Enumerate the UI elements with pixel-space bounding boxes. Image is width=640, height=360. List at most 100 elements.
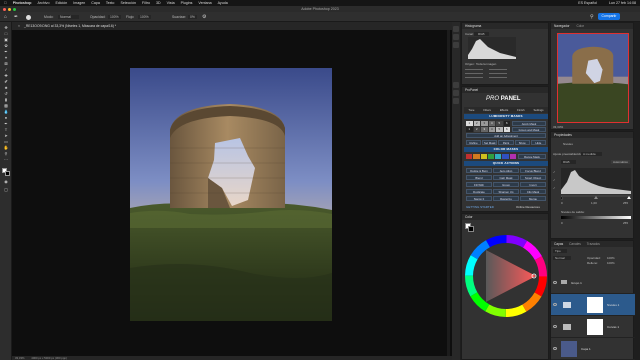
lum-6-button[interactable]: 6: [503, 121, 510, 126]
preset-select[interactable]: A medida: [581, 152, 602, 156]
move-tool-icon[interactable]: ✥: [3, 26, 9, 30]
path-selection-tool-icon[interactable]: ➤: [3, 134, 9, 138]
history-brush-tool-icon[interactable]: ↺: [3, 92, 9, 96]
layer-filter-select[interactable]: Tipo: [553, 249, 567, 253]
brushes-panel-icon[interactable]: [453, 90, 459, 96]
layer-mask-thumbnail[interactable]: [587, 297, 603, 313]
paint-button[interactable]: Paint: [498, 140, 514, 145]
layer-fill-value[interactable]: 100%: [607, 261, 615, 265]
zoom-level[interactable]: 33,33%: [15, 356, 25, 360]
online-resources-link[interactable]: Online Resources: [516, 205, 540, 209]
apply-mask-button[interactable]: Apply Mask: [512, 121, 546, 126]
brush-size-preview[interactable]: [26, 14, 31, 20]
artboard-tool-icon[interactable]: □: [3, 32, 9, 36]
document-tab[interactable]: × _RE13OO9.DNG al 33,3% (Niveles 1, Másc…: [12, 22, 452, 30]
clip-mask-button[interactable]: Clip Mask: [520, 189, 546, 194]
cyan-mask-button[interactable]: [495, 154, 502, 159]
tab-navegador[interactable]: Navegador: [554, 24, 570, 28]
rectangle-tool-icon[interactable]: ▭: [3, 140, 9, 144]
eyedropper-white-icon[interactable]: ✓: [553, 186, 556, 190]
group-and-mask-button[interactable]: Group and Mask: [512, 127, 546, 132]
lum-2-button[interactable]: 2: [473, 121, 480, 126]
calc-mask-button[interactable]: Calc Mask: [493, 175, 519, 180]
lum-3-button[interactable]: 3: [481, 121, 488, 126]
show-button[interactable]: Show: [514, 140, 530, 145]
histogram-channel-select[interactable]: RGB: [474, 32, 489, 36]
add-adjustment-button[interactable]: Add an Adjustment: [466, 133, 546, 138]
gradient-tool-icon[interactable]: ▩: [3, 104, 9, 108]
input-gamma-value[interactable]: 1,00: [591, 201, 597, 205]
hand-tool-icon[interactable]: ✋: [3, 146, 9, 150]
brush-tool-icon[interactable]: ✐: [3, 80, 9, 84]
red-mask-button[interactable]: [466, 154, 473, 159]
flow-value[interactable]: 100%: [138, 15, 151, 19]
clone-stamp-tool-icon[interactable]: ♣: [3, 86, 9, 90]
output-white-value[interactable]: 255: [623, 221, 628, 225]
history-panel-icon[interactable]: [453, 26, 459, 32]
tab-filters[interactable]: Filters: [483, 107, 491, 113]
color-wheel[interactable]: [464, 234, 548, 318]
refine-button[interactable]: Refine: [466, 140, 482, 145]
zoom-tool-icon[interactable]: ⚲: [3, 152, 9, 156]
layer-row-group[interactable]: Grupo 1: [551, 272, 635, 294]
lum-5-button[interactable]: 5: [496, 121, 503, 126]
zoom-window-button[interactable]: [13, 7, 16, 11]
tab-canales[interactable]: Canales: [569, 242, 581, 246]
tab-tone[interactable]: Tone: [468, 107, 474, 113]
green-mask-button[interactable]: [487, 154, 495, 159]
tab-trazados[interactable]: Trazados: [587, 242, 600, 246]
marquee-tool-icon[interactable]: ▣: [3, 38, 9, 42]
adjustments-panel-icon[interactable]: [453, 98, 459, 104]
range-mask-button[interactable]: Range Mask: [518, 154, 546, 159]
mode-select[interactable]: Normal: [58, 15, 79, 19]
swatches-panel-icon[interactable]: [453, 82, 459, 88]
dodge-tool-icon[interactable]: ●: [3, 116, 9, 120]
blue-mask-button[interactable]: [502, 154, 509, 159]
tab-settings[interactable]: Settings: [533, 107, 543, 113]
share-button[interactable]: Compartir: [598, 13, 620, 20]
auto-align-button[interactable]: Auto Align: [493, 168, 519, 173]
input-white-value[interactable]: 255: [623, 201, 628, 205]
blend-mode-select[interactable]: Normal: [553, 256, 571, 260]
smart-object-button[interactable]: Smart Object: [520, 175, 546, 180]
sel-mask-button[interactable]: Sel Mask: [482, 140, 498, 145]
merge-button[interactable]: Merge: [520, 196, 546, 201]
lasso-tool-icon[interactable]: ✿: [3, 44, 9, 48]
layer-thumbnail[interactable]: [561, 341, 577, 357]
eyedropper-black-icon[interactable]: ✓: [553, 170, 556, 174]
close-window-button[interactable]: [3, 7, 6, 11]
screen-mode-icon[interactable]: ▢: [3, 188, 9, 192]
levels-input-slider[interactable]: [561, 195, 631, 200]
layer-row-curves[interactable]: Curvas 1: [551, 316, 635, 338]
navigator-zoom[interactable]: 33,33%: [553, 125, 563, 129]
levels-channel-select[interactable]: RGB: [561, 160, 576, 164]
vertical-scrollbar[interactable]: [447, 30, 450, 356]
lum-5-dark-button[interactable]: 5: [496, 127, 503, 132]
dodge-burn-button[interactable]: Dodge & Burn: [466, 168, 492, 173]
duplicate-button[interactable]: Duplicate: [466, 189, 492, 194]
eyedropper-tool-icon[interactable]: ✓: [3, 68, 9, 72]
background-swatch[interactable]: [468, 226, 474, 232]
smoothing-value[interactable]: 0%: [188, 15, 197, 19]
hide-button[interactable]: Hide: [530, 140, 547, 145]
close-tab-icon[interactable]: ×: [18, 24, 20, 28]
invert-button[interactable]: Invert: [520, 182, 546, 187]
auto-button[interactable]: Automático: [611, 160, 631, 164]
frame-tool-icon[interactable]: ⊠: [3, 62, 9, 66]
opacity-value[interactable]: 100%: [108, 15, 121, 19]
sharpen-up-button[interactable]: Sharpen Up: [493, 189, 519, 194]
crop-tool-icon[interactable]: ⌖: [3, 56, 9, 60]
fill-with-button[interactable]: Fill With: [466, 182, 492, 187]
pen-tool-icon[interactable]: ✒: [3, 122, 9, 126]
navigator-preview[interactable]: [557, 33, 629, 123]
magenta-mask-button[interactable]: [509, 154, 516, 159]
layer-opacity-value[interactable]: 100%: [607, 256, 615, 260]
tab-finish[interactable]: Finish: [517, 107, 524, 113]
home-icon[interactable]: ⌂: [4, 14, 7, 20]
lum-6-dark-button[interactable]: 6: [503, 127, 510, 132]
focus-blend-button[interactable]: Focus Blend: [520, 168, 546, 173]
search-icon[interactable]: ⚲: [590, 14, 594, 20]
info-panel-icon[interactable]: [453, 34, 459, 40]
quick-mask-icon[interactable]: ◉: [3, 180, 9, 184]
lum-4-button[interactable]: 4: [488, 121, 495, 126]
